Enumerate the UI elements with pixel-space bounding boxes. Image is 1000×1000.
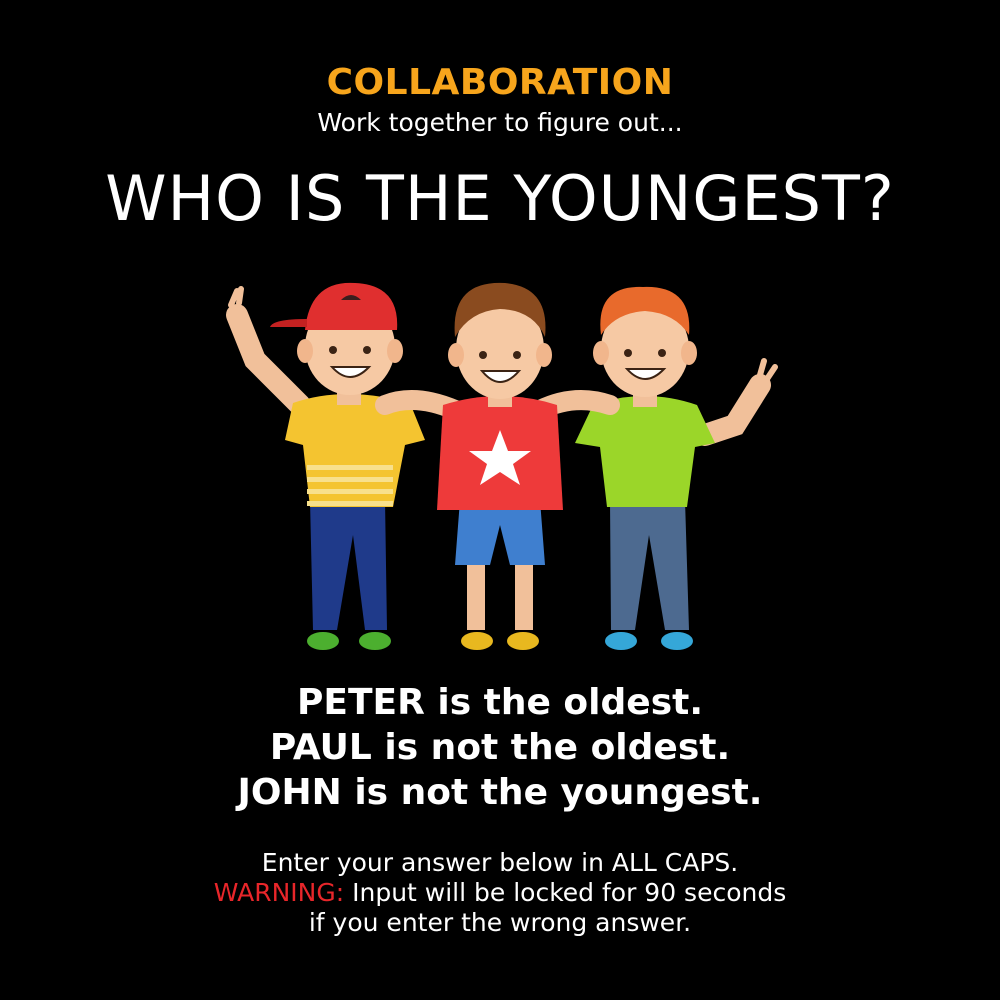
warning-label: WARNING: bbox=[213, 878, 345, 907]
warning-line: WARNING: Input will be locked for 90 sec… bbox=[0, 878, 1000, 908]
subtitle: Work together to figure out... bbox=[317, 108, 683, 137]
boys-illustration bbox=[215, 275, 785, 660]
instruction-line-3: if you enter the wrong answer. bbox=[308, 908, 692, 937]
collaboration-label: COLLABORATION bbox=[326, 62, 674, 103]
instructions: Enter your answer below in ALL CAPS. WAR… bbox=[0, 848, 1000, 938]
page-title: WHO IS THE YOUNGEST? bbox=[105, 162, 895, 235]
boy-right bbox=[575, 286, 778, 650]
clue-1: PETER is the oldest. bbox=[296, 682, 704, 723]
instruction-line-1: Enter your answer below in ALL CAPS. bbox=[261, 848, 739, 877]
clues-block: PETER is the oldest. PAUL is not the old… bbox=[0, 680, 1000, 815]
clue-2: PAUL is not the oldest. bbox=[269, 727, 731, 768]
boy-left bbox=[226, 282, 425, 650]
boy-middle bbox=[375, 282, 620, 650]
clue-3: JOHN is not the youngest. bbox=[237, 772, 763, 813]
warning-text: Input will be locked for 90 seconds bbox=[344, 878, 787, 907]
